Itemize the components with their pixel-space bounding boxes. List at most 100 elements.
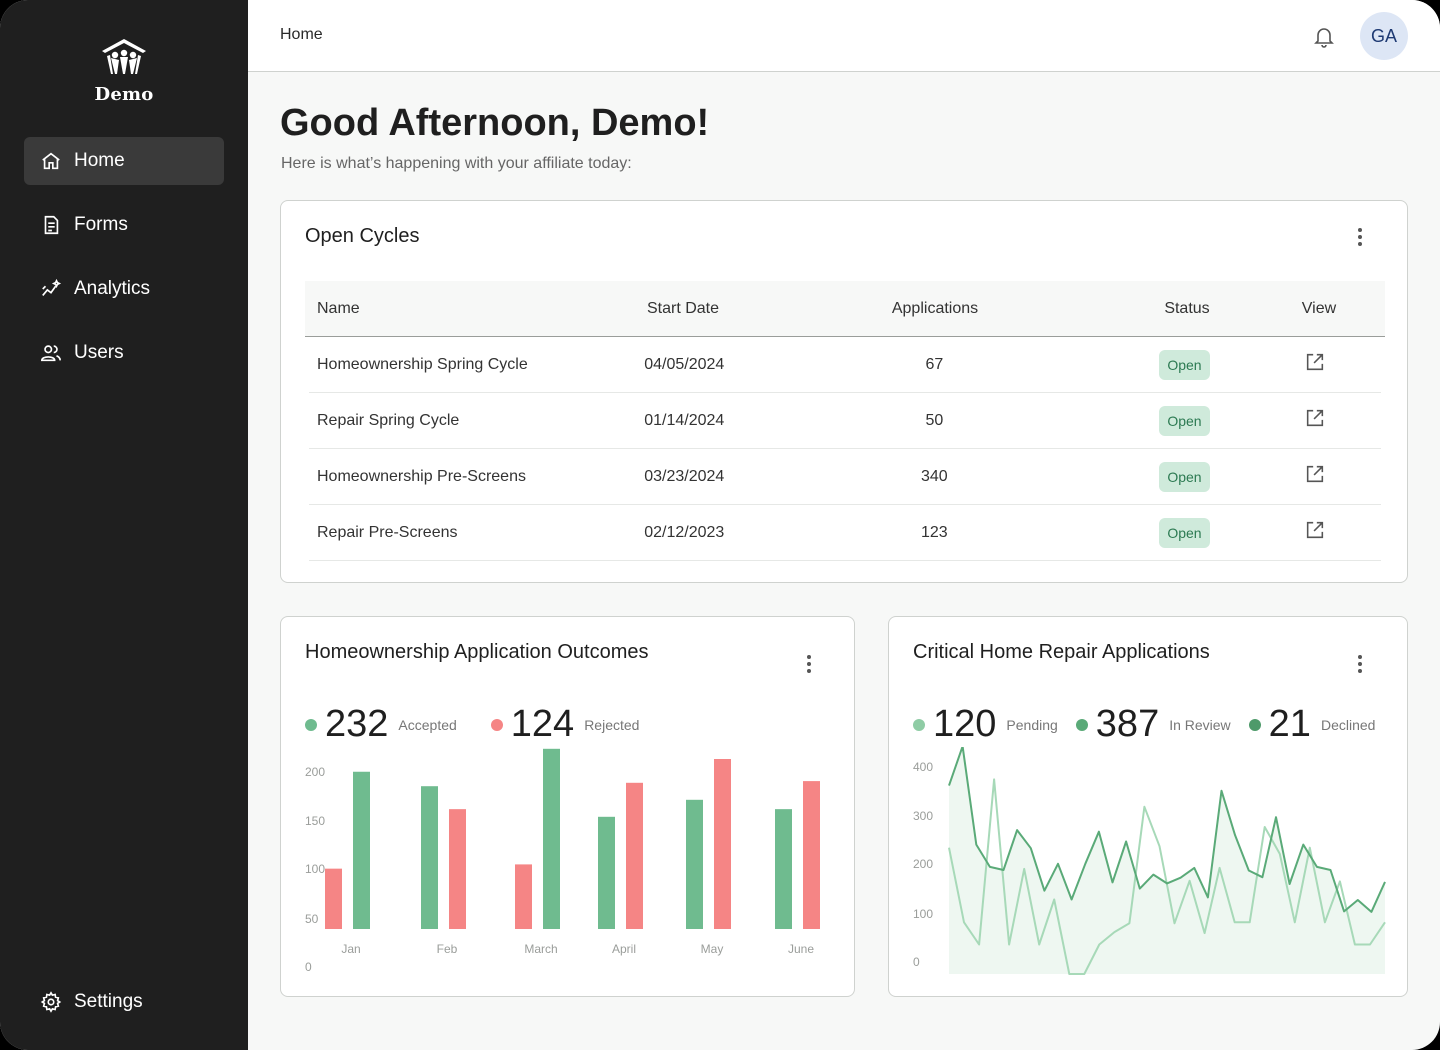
sidebar-item-label: Settings xyxy=(74,991,143,1012)
cycle-name: Homeownership Spring Cycle xyxy=(317,355,528,373)
legend-dot xyxy=(913,718,925,731)
cycle-applications: 67 xyxy=(925,355,944,373)
analytics-icon xyxy=(42,278,62,296)
legend-dot xyxy=(305,718,317,731)
status-badge: Open xyxy=(1159,461,1210,492)
cycle-applications: 123 xyxy=(921,523,948,541)
status-badge: Open xyxy=(1159,517,1210,548)
stat-label: Rejected xyxy=(584,716,640,733)
cycle-start-date: 04/05/2024 xyxy=(644,355,725,373)
page-title: Good Afternoon, Demo! xyxy=(280,102,710,144)
y-tick-label: 200 xyxy=(913,857,933,871)
table-row: Homeownership Pre-Screens 03/23/2024 340… xyxy=(309,449,1381,505)
column-header-applications[interactable]: Applications xyxy=(749,300,1121,318)
app-frame: Demo Home Forms Analytics Users Settings… xyxy=(0,0,1440,1050)
stat-value: 124 xyxy=(510,703,575,745)
users-icon xyxy=(41,345,61,362)
cycle-start-date: 02/12/2023 xyxy=(644,523,725,541)
sidebar-item-settings[interactable]: Settings xyxy=(24,978,224,1026)
sidebar-item-analytics[interactable]: Analytics xyxy=(24,265,224,313)
sidebar-item-forms[interactable]: Forms xyxy=(24,201,224,249)
column-header-view: View xyxy=(1301,299,1337,317)
kebab-menu-icon[interactable] xyxy=(799,652,819,676)
external-link-icon[interactable] xyxy=(1304,407,1326,429)
external-link-icon[interactable] xyxy=(1304,351,1326,373)
bar-rejected-jan xyxy=(325,868,342,929)
repair-area-chart: 400 300 200 100 0 xyxy=(913,747,1386,975)
cycle-name: Repair Pre-Screens xyxy=(317,523,458,541)
area-fill xyxy=(949,747,1385,974)
x-tick-label: Jan xyxy=(341,942,360,956)
x-tick-label: June xyxy=(788,942,814,956)
stat-value: 232 xyxy=(325,703,389,745)
y-tick-label: 300 xyxy=(913,809,933,823)
table-row: Homeownership Spring Cycle 04/05/2024 67… xyxy=(309,337,1381,393)
x-tick-label: March xyxy=(524,942,557,956)
status-badge: Open xyxy=(1159,405,1210,436)
external-link-icon[interactable] xyxy=(1304,463,1326,485)
bar-rejected-feb xyxy=(449,809,466,929)
card-title: Homeownership Application Outcomes xyxy=(305,641,649,663)
y-tick-label: 400 xyxy=(913,760,933,774)
y-tick-label: 0 xyxy=(305,960,312,974)
sidebar-item-label: Analytics xyxy=(74,278,151,299)
sidebar-nav: Home Forms Analytics Users xyxy=(24,137,224,393)
y-tick-label: 100 xyxy=(913,907,933,921)
bar-accepted-april xyxy=(598,816,615,929)
column-header-status[interactable]: Status xyxy=(1121,300,1253,318)
external-link-icon[interactable] xyxy=(1304,519,1326,541)
table-row: Repair Spring Cycle 01/14/2024 50 Open xyxy=(309,393,1381,449)
home-icon xyxy=(42,152,60,170)
settings-nav: Settings xyxy=(24,978,224,1042)
avatar[interactable]: GA xyxy=(1360,12,1408,60)
outcomes-card: Homeownership Application Outcomes 232 A… xyxy=(280,616,855,997)
stat-label: Pending xyxy=(1006,716,1058,733)
document-icon xyxy=(44,215,59,235)
x-tick-label: April xyxy=(612,942,636,956)
logo-icon xyxy=(102,39,146,74)
sidebar-item-home[interactable]: Home xyxy=(24,137,224,185)
cycle-start-date: 03/23/2024 xyxy=(644,467,725,485)
legend-dot xyxy=(1075,718,1088,731)
cycle-name: Homeownership Pre-Screens xyxy=(317,467,526,485)
status-badge: Open xyxy=(1159,349,1210,380)
bar-rejected-april xyxy=(626,782,643,929)
legend-dot xyxy=(1248,718,1261,731)
sidebar-item-label: Forms xyxy=(74,214,128,235)
cycle-start-date: 01/14/2024 xyxy=(644,411,725,429)
bar-accepted-may xyxy=(686,799,703,929)
stat-accepted: 232 Accepted xyxy=(305,703,457,746)
stat-declined: 21 Declined xyxy=(1248,703,1375,746)
stat-value: 21 xyxy=(1268,703,1311,745)
repair-card: Critical Home Repair Applications 120 Pe… xyxy=(888,616,1408,997)
stat-label: Accepted xyxy=(398,716,457,733)
page-subtitle: Here is what’s happening with your affil… xyxy=(281,155,632,172)
stat-value: 120 xyxy=(933,703,997,745)
open-cycles-card: Open Cycles Name Start Date Applications… xyxy=(280,200,1408,583)
y-tick-label: 0 xyxy=(913,955,920,969)
column-header-name[interactable]: Name xyxy=(305,300,617,318)
brand-logo[interactable]: Demo xyxy=(0,36,248,105)
kebab-menu-icon[interactable] xyxy=(1350,225,1370,249)
top-bar: Home GA xyxy=(248,0,1440,72)
sidebar-item-users[interactable]: Users xyxy=(24,329,224,377)
cycle-name: Repair Spring Cycle xyxy=(317,411,460,429)
bar-accepted-june xyxy=(775,809,792,929)
y-tick-label: 200 xyxy=(305,765,325,779)
kebab-menu-icon[interactable] xyxy=(1350,652,1370,676)
column-header-start-date[interactable]: Start Date xyxy=(617,300,749,318)
outcomes-bar-chart: 200 150 100 50 0 Jan Feb March April May June xyxy=(305,748,820,974)
open-cycles-table: Name Start Date Applications Status View… xyxy=(305,281,1385,561)
y-tick-label: 50 xyxy=(305,912,319,926)
brand-name: Demo xyxy=(94,84,154,105)
repair-stats: 120 Pending 387 In Review 21 Declined xyxy=(913,703,1375,746)
y-tick-label: 100 xyxy=(305,862,325,876)
bar-accepted-jan xyxy=(353,771,370,929)
breadcrumb[interactable]: Home xyxy=(280,26,323,44)
outcomes-stats: 232 Accepted 124 Rejected xyxy=(305,703,673,746)
legend-dot xyxy=(490,718,503,731)
bar-accepted-feb xyxy=(421,786,438,929)
x-tick-label: May xyxy=(701,942,724,956)
bell-icon[interactable] xyxy=(1312,24,1336,48)
card-title: Critical Home Repair Applications xyxy=(913,641,1210,663)
